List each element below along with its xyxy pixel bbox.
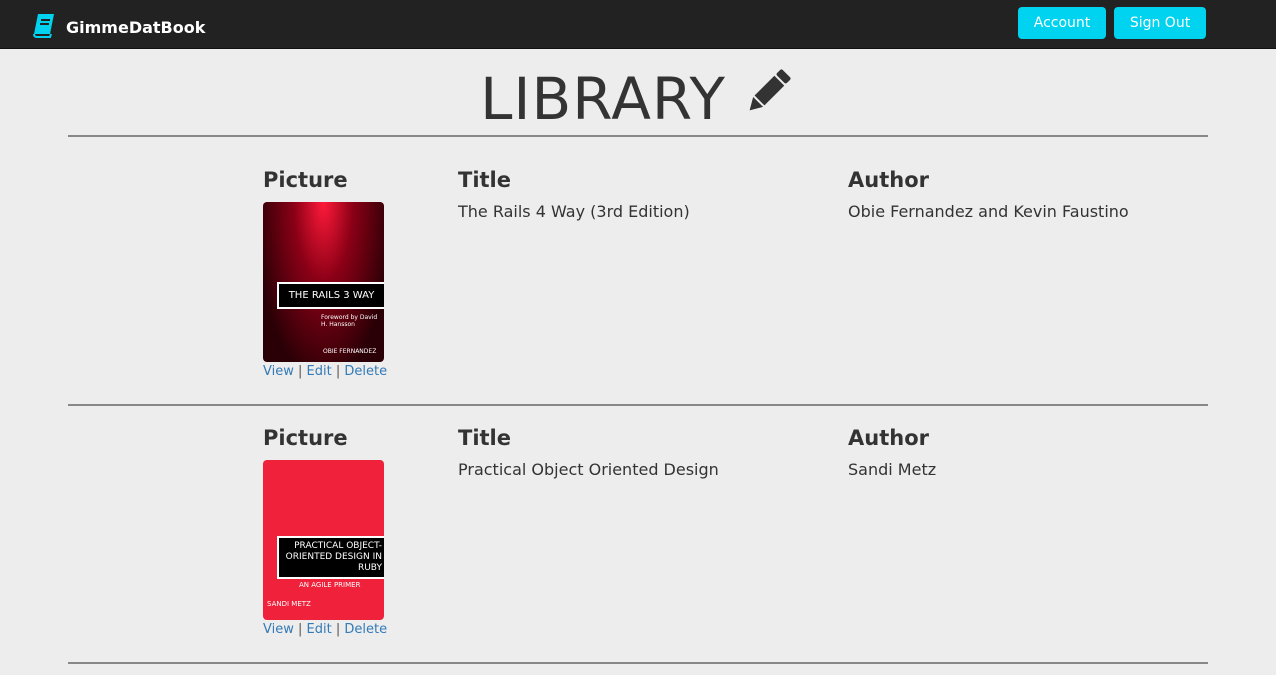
picture-header: Picture [263, 168, 348, 192]
edit-link[interactable]: Edit [307, 622, 332, 637]
title-header: Title [458, 426, 512, 450]
edit-link[interactable]: Edit [307, 364, 332, 379]
sep: | [335, 364, 341, 379]
delete-link[interactable]: Delete [344, 622, 387, 637]
view-link[interactable]: View [263, 622, 294, 637]
delete-link[interactable]: Delete [344, 364, 387, 379]
author-header: Author [848, 168, 929, 192]
divider [68, 135, 1208, 137]
picture-header: Picture [263, 426, 348, 450]
book-author: Obie Fernandez and Kevin Faustino [848, 202, 1129, 221]
brand-link[interactable]: GimmeDatBook [32, 12, 205, 42]
book-row: Picture PRACTICAL OBJECT-ORIENTED DESIGN… [0, 426, 1276, 656]
cover-author: SANDI METZ [267, 600, 311, 608]
page-title-text: LIBRARY [480, 65, 726, 133]
book-actions: View | Edit | Delete [263, 622, 387, 637]
cover-title: THE RAILS 3 WAY [277, 282, 384, 309]
book-cover[interactable]: THE RAILS 3 WAY Foreword by David H. Han… [263, 202, 384, 362]
book-row: Picture THE RAILS 3 WAY Foreword by Davi… [0, 168, 1276, 398]
author-header: Author [848, 426, 929, 450]
navbar: GimmeDatBook Account Sign Out [0, 0, 1276, 49]
account-button[interactable]: Account [1018, 7, 1106, 39]
divider [68, 662, 1208, 664]
brand-name: GimmeDatBook [66, 17, 206, 37]
book-icon [32, 12, 56, 42]
cover-subtitle: AN AGILE PRIMER [299, 581, 361, 589]
book-title: Practical Object Oriented Design [458, 460, 719, 479]
cover-author: OBIE FERNANDEZ [323, 348, 377, 355]
book-actions: View | Edit | Delete [263, 364, 387, 379]
sep: | [335, 622, 341, 637]
book-cover[interactable]: PRACTICAL OBJECT-ORIENTED DESIGN IN RUBY… [263, 460, 384, 620]
page-title: LIBRARY [0, 64, 1276, 134]
view-link[interactable]: View [263, 364, 294, 379]
divider [68, 404, 1208, 406]
book-author: Sandi Metz [848, 460, 937, 479]
sep: | [298, 622, 303, 637]
title-header: Title [458, 168, 512, 192]
book-title: The Rails 4 Way (3rd Edition) [458, 202, 690, 221]
cover-title: PRACTICAL OBJECT-ORIENTED DESIGN IN RUBY [277, 536, 384, 579]
sep: | [298, 364, 303, 379]
pencil-icon[interactable] [740, 64, 796, 134]
cover-foreword: Foreword by David H. Hansson [321, 314, 378, 328]
sign-out-button[interactable]: Sign Out [1114, 7, 1206, 39]
